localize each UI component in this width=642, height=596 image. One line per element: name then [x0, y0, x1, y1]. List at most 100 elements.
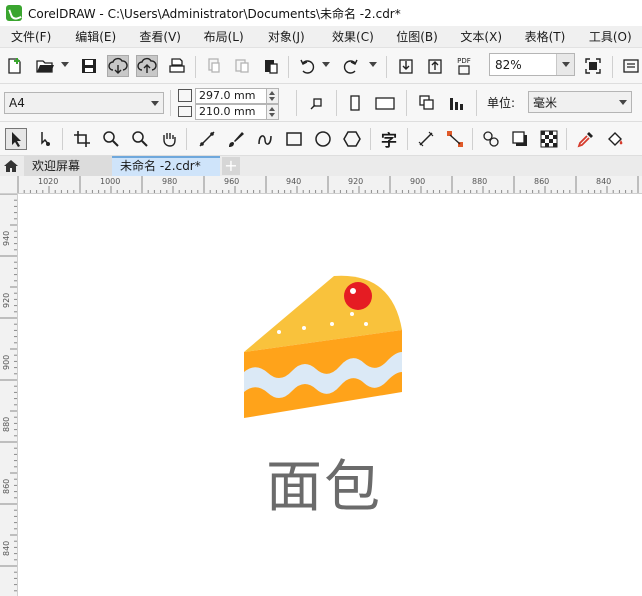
width-icon [178, 89, 192, 102]
unit-label: 单位: [487, 96, 516, 110]
blend-icon[interactable] [480, 128, 502, 150]
home-icon[interactable] [0, 156, 22, 176]
text-tool-icon[interactable]: 字 [378, 128, 400, 150]
page-transform-icon[interactable] [306, 92, 328, 114]
menu-object[interactable]: 对象(J) [257, 28, 321, 45]
chevron-down-icon [561, 62, 570, 67]
cake-dot [330, 322, 334, 326]
ruler-label: 920 [348, 177, 364, 186]
cake-dot [302, 326, 306, 330]
menu-bitmaps[interactable]: 位图(B) [385, 28, 449, 45]
crop-tool-icon[interactable] [71, 128, 93, 150]
menu-view[interactable]: 查看(V) [128, 28, 192, 45]
zoom-dropdown-button[interactable] [556, 54, 574, 75]
menu-table[interactable]: 表格(T) [514, 28, 578, 45]
toolbar-separator [296, 90, 297, 116]
shape-tool-icon[interactable] [34, 128, 56, 150]
pick-tool-icon[interactable] [5, 128, 27, 150]
artistic-media-icon[interactable] [225, 128, 247, 150]
polygon-tool-icon[interactable] [341, 128, 363, 150]
landscape-icon[interactable] [374, 92, 396, 114]
menu-layout[interactable]: 布局(L) [193, 28, 257, 45]
pan-tool-icon[interactable] [158, 128, 180, 150]
portrait-icon[interactable] [344, 92, 366, 114]
ruler-label: 1020 [38, 177, 59, 186]
vertical-ruler[interactable]: 940 920 900 880 860 840 [0, 194, 18, 596]
current-page-icon[interactable] [446, 92, 468, 114]
add-tab-button[interactable]: + [222, 157, 240, 175]
toolbar-separator [62, 128, 63, 150]
page-width-input[interactable]: 297.0 mm [195, 87, 267, 104]
pdf-icon[interactable]: PDF [453, 55, 475, 77]
redo-icon[interactable] [340, 55, 362, 77]
cake-slice-illustration[interactable] [242, 272, 404, 420]
copy-disabled-icon[interactable] [203, 55, 225, 77]
redo-dropdown-arrow[interactable] [369, 62, 377, 67]
zoom-level-value[interactable]: 82% [490, 58, 556, 72]
menu-file[interactable]: 文件(F) [0, 28, 64, 45]
cherry[interactable] [344, 282, 372, 310]
menu-bar: 文件(F) 编辑(E) 查看(V) 布局(L) 对象(J) 效果(C) 位图(B… [0, 26, 642, 48]
cake-dot [277, 330, 281, 334]
bezier-icon[interactable] [254, 128, 276, 150]
menu-tools[interactable]: 工具(O) [578, 28, 642, 45]
page-height-input[interactable]: 210.0 mm [195, 103, 267, 120]
undo-dropdown-arrow[interactable] [322, 62, 330, 67]
zoom-tool-icon[interactable] [100, 128, 122, 150]
all-pages-icon[interactable] [416, 92, 438, 114]
clipboard-icon[interactable] [260, 55, 282, 77]
eyedropper-icon[interactable] [575, 128, 597, 150]
page-height-spinner[interactable] [267, 103, 279, 120]
connector-icon[interactable] [444, 128, 466, 150]
ruler-label: 840 [596, 177, 612, 186]
chevron-down-icon [151, 100, 159, 106]
page-width-spinner[interactable] [267, 87, 279, 104]
menu-effects[interactable]: 效果(C) [321, 28, 385, 45]
ruler-label: 980 [162, 177, 178, 186]
drop-shadow-icon[interactable] [509, 128, 531, 150]
fill-icon[interactable] [604, 128, 626, 150]
transparency-icon[interactable] [538, 128, 560, 150]
pdf-label: PDF [457, 56, 471, 65]
save-icon[interactable] [78, 55, 100, 77]
menu-text[interactable]: 文本(X) [449, 28, 513, 45]
ruler-ticks [0, 194, 17, 592]
caption-text[interactable]: 面包 [266, 442, 382, 523]
tab-document[interactable]: 未命名 -2.cdr* [112, 156, 220, 176]
parallel-dimension-icon[interactable] [415, 128, 437, 150]
chevron-down-icon [619, 99, 627, 105]
drawing-canvas[interactable]: 面包 [18, 194, 642, 596]
page-size-select[interactable]: A4 [4, 92, 164, 114]
zoom-out-tool-icon[interactable] [129, 128, 151, 150]
ellipse-tool-icon[interactable] [312, 128, 334, 150]
menu-edit[interactable]: 编辑(E) [64, 28, 128, 45]
open-dropdown-arrow[interactable] [61, 62, 69, 67]
zoom-level-combobox[interactable]: 82% [489, 53, 575, 76]
full-screen-icon[interactable] [582, 55, 604, 77]
coreldraw-logo-icon [6, 5, 22, 21]
paste-disabled-icon[interactable] [231, 55, 253, 77]
tab-welcome-screen[interactable]: 欢迎屏幕 [24, 156, 112, 176]
window-title: CorelDRAW - C:\Users\Administrator\Docum… [28, 6, 401, 21]
cloud-upload-icon[interactable] [136, 55, 158, 77]
options-icon[interactable] [620, 55, 642, 77]
cloud-download-icon[interactable] [107, 55, 129, 77]
toolbar-separator [472, 128, 473, 150]
open-icon[interactable] [34, 55, 56, 77]
ruler-label: 1000 [100, 177, 121, 186]
ruler-label: 940 [286, 177, 302, 186]
undo-icon[interactable] [296, 55, 318, 77]
ruler-label: 940 [2, 230, 11, 246]
height-icon [178, 106, 192, 117]
import-icon[interactable] [395, 55, 417, 77]
print-icon[interactable] [166, 55, 188, 77]
new-document-icon[interactable] [4, 55, 26, 77]
rectangle-tool-icon[interactable] [283, 128, 305, 150]
toolbox: 字 [0, 122, 642, 156]
horizontal-ruler[interactable]: 1020 1000 980 960 940 920 900 880 860 84… [0, 176, 642, 194]
ruler-label: 920 [2, 292, 11, 308]
toolbar-separator [195, 56, 196, 78]
export-icon[interactable] [424, 55, 446, 77]
freehand-tool-icon[interactable] [196, 128, 218, 150]
unit-select[interactable]: 毫米 [528, 91, 632, 113]
